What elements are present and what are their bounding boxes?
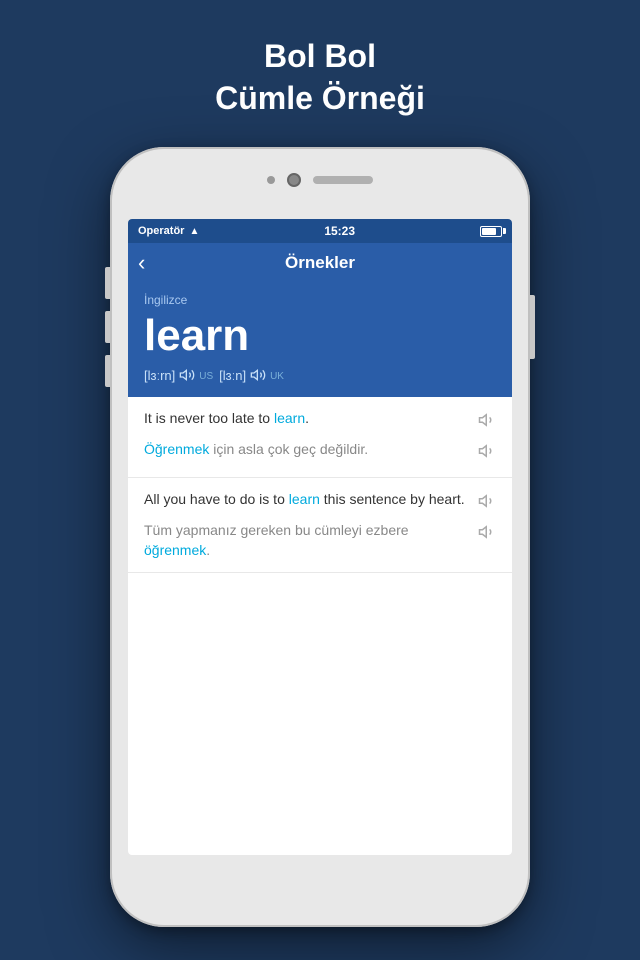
ear-speaker	[313, 176, 373, 184]
s2-tr-highlight: öğrenmek	[144, 542, 206, 558]
phonetic-uk-text: [lɜːn]	[219, 368, 246, 383]
sentence-1-audio-en[interactable]	[478, 411, 496, 434]
sentence-1-en-text: It is never too late to learn.	[144, 409, 478, 429]
sentence-item-1: It is never too late to learn.	[128, 397, 512, 478]
phone-top-bar	[267, 173, 373, 187]
back-button[interactable]: ‹	[138, 250, 145, 276]
s2-en-before: All you have to do is to	[144, 491, 289, 507]
sentences-container: It is never too late to learn.	[128, 397, 512, 855]
status-time: 15:23	[324, 224, 355, 238]
battery-fill	[482, 228, 496, 235]
sentence-2-audio-en[interactable]	[478, 492, 496, 515]
phone-screen: Operatör ▲ 15:23 ‹ Örnekler	[128, 219, 512, 855]
s2-tr-before: Tüm yapmanız gereken bu cümleyi ezbere	[144, 522, 409, 538]
s1-en-before: It is never too late to	[144, 410, 274, 426]
word-phonetics: [lɜːrn] US [lɜːn]	[144, 367, 496, 383]
sensor	[267, 176, 275, 184]
phonetic-uk-group: [lɜːn] UK	[219, 367, 284, 383]
sentence-1-tr-text: Öğrenmek için asla çok geç değildir.	[144, 440, 478, 460]
sentence-2-en-text: All you have to do is to learn this sent…	[144, 490, 478, 510]
phonetic-uk-label: UK	[270, 371, 284, 382]
s2-en-after: this sentence by heart.	[320, 491, 465, 507]
nav-bar: ‹ Örnekler	[128, 243, 512, 283]
page-heading: Bol Bol Cümle Örneği	[215, 36, 425, 119]
phone-mockup: Operatör ▲ 15:23 ‹ Örnekler	[110, 147, 530, 927]
word-main: learn	[144, 311, 496, 361]
word-header: İngilizce learn [lɜːrn] US	[128, 283, 512, 397]
s1-en-after: .	[305, 410, 309, 426]
audio-us-icon[interactable]	[179, 367, 195, 383]
s2-tr-after: .	[206, 542, 210, 558]
status-right	[480, 226, 502, 237]
sentence-1-en: It is never too late to learn.	[144, 409, 496, 434]
sentence-2-audio-tr[interactable]	[478, 523, 496, 546]
nav-title: Örnekler	[285, 253, 355, 273]
operator-label: Operatör	[138, 225, 184, 237]
phonetic-us-label: US	[199, 371, 213, 382]
sentence-1-audio-tr[interactable]	[478, 442, 496, 465]
battery-icon	[480, 226, 502, 237]
status-left: Operatör ▲	[138, 225, 199, 237]
audio-uk-icon[interactable]	[250, 367, 266, 383]
s1-tr-highlight: Öğrenmek	[144, 441, 209, 457]
word-language: İngilizce	[144, 293, 496, 307]
phone-shell: Operatör ▲ 15:23 ‹ Örnekler	[110, 147, 530, 927]
sentence-2-tr-text: Tüm yapmanız gereken bu cümleyi ezbere ö…	[144, 521, 478, 560]
sentence-item-2: All you have to do is to learn this sent…	[128, 478, 512, 573]
s2-en-highlight: learn	[289, 491, 320, 507]
sentence-1-tr: Öğrenmek için asla çok geç değildir.	[144, 440, 496, 465]
sentence-2-en: All you have to do is to learn this sent…	[144, 490, 496, 515]
s1-tr-after: için asla çok geç değildir.	[209, 441, 368, 457]
phonetic-us-group: [lɜːrn] US	[144, 367, 213, 383]
status-bar: Operatör ▲ 15:23	[128, 219, 512, 243]
s1-en-highlight: learn	[274, 410, 305, 426]
sentence-2-tr: Tüm yapmanız gereken bu cümleyi ezbere ö…	[144, 521, 496, 560]
front-camera	[287, 173, 301, 187]
wifi-icon: ▲	[189, 226, 199, 237]
phonetic-us-text: [lɜːrn]	[144, 368, 175, 383]
